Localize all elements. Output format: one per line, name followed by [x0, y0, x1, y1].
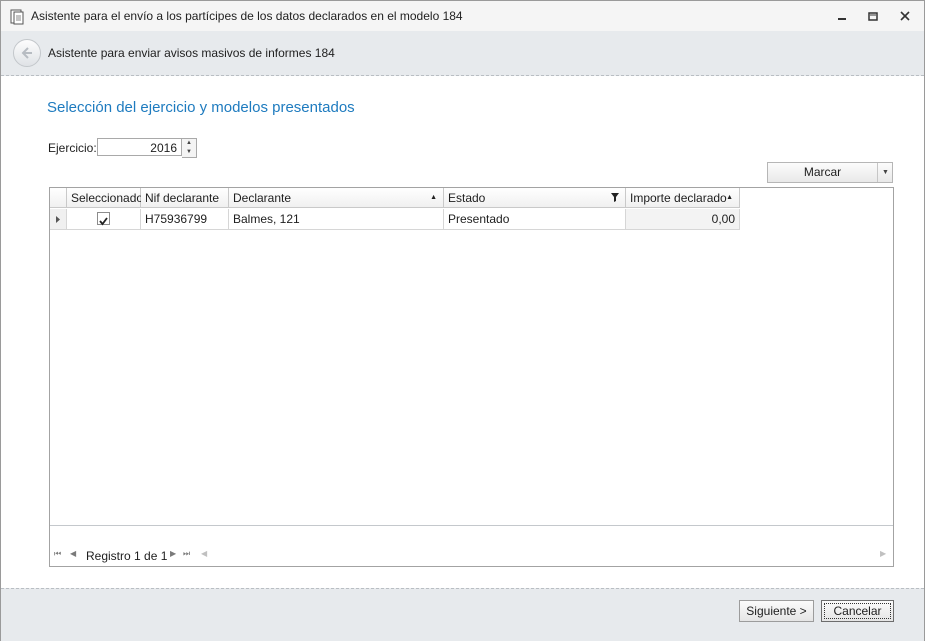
- cancel-button[interactable]: Cancelar: [821, 600, 894, 622]
- wizard-window: Asistente para el envío a los partícipes…: [0, 0, 925, 641]
- cell-importe[interactable]: 0,00: [626, 209, 740, 230]
- current-row-icon: [56, 216, 60, 223]
- window-title: Asistente para el envío a los partícipes…: [31, 9, 463, 23]
- close-button[interactable]: [892, 6, 918, 26]
- title-bar: Asistente para el envío a los partícipes…: [1, 1, 924, 31]
- grid-header: Seleccionado Nif declarante Declarante ▲…: [50, 188, 893, 209]
- ejercicio-spinner[interactable]: ▲ ▼: [182, 138, 197, 158]
- column-header-declarante[interactable]: Declarante ▲: [229, 188, 444, 208]
- column-header-estado[interactable]: Estado: [444, 188, 626, 208]
- modelos-grid: Seleccionado Nif declarante Declarante ▲…: [49, 187, 894, 567]
- checkmark-icon: [99, 217, 108, 226]
- previous-record-icon[interactable]: ◀: [70, 549, 76, 558]
- row-indicator-header: [50, 188, 67, 208]
- column-label: Declarante: [233, 191, 292, 205]
- table-row[interactable]: H75936799 Balmes, 121 Presentado 0,00: [50, 209, 893, 230]
- minimize-icon: [838, 18, 846, 20]
- first-record-icon[interactable]: ⏮: [54, 549, 61, 559]
- next-button[interactable]: Siguiente >: [739, 600, 814, 622]
- ejercicio-label: Ejercicio:: [48, 141, 97, 155]
- sort-ascending-icon: ▲: [726, 194, 733, 201]
- restore-icon: [868, 12, 878, 21]
- grid-footer-divider: [50, 525, 893, 526]
- column-header-importe[interactable]: Importe declarado ▲: [626, 188, 740, 208]
- column-label: Importe declarado: [630, 191, 727, 205]
- document-icon: [10, 9, 24, 25]
- column-label: Nif declarante: [145, 191, 220, 205]
- spin-up-icon[interactable]: ▲: [182, 139, 196, 148]
- cell-seleccionado[interactable]: [67, 209, 141, 230]
- ejercicio-input[interactable]: 2016: [97, 138, 182, 156]
- column-label: Seleccionado: [71, 191, 144, 205]
- minimize-button[interactable]: [829, 6, 855, 26]
- grid-navigator: ⏮ ◀ Registro 1 de 1 ▶ ⏭ ◀ ▶: [50, 546, 893, 566]
- restore-button[interactable]: [860, 6, 886, 26]
- wizard-header: Asistente para enviar avisos masivos de …: [1, 31, 924, 76]
- spin-down-icon[interactable]: ▼: [182, 148, 196, 157]
- marcar-split-button[interactable]: Marcar ▼: [767, 162, 893, 183]
- page-title: Selección del ejercicio y modelos presen…: [47, 99, 355, 116]
- sort-ascending-icon: ▲: [430, 194, 437, 201]
- cell-declarante[interactable]: Balmes, 121: [229, 209, 444, 230]
- column-label: Estado: [448, 191, 486, 205]
- filter-icon[interactable]: [611, 188, 619, 211]
- scroll-right-icon[interactable]: ▶: [880, 549, 886, 558]
- record-counter: Registro 1 de 1: [86, 549, 168, 563]
- column-header-nif[interactable]: Nif declarante: [141, 188, 229, 208]
- last-record-icon[interactable]: ⏭: [183, 549, 190, 559]
- back-arrow-icon: [21, 47, 32, 59]
- next-record-icon[interactable]: ▶: [170, 549, 176, 558]
- cell-nif[interactable]: H75936799: [141, 209, 229, 230]
- column-header-seleccionado[interactable]: Seleccionado: [67, 188, 144, 208]
- close-icon: [900, 11, 910, 21]
- marcar-button[interactable]: Marcar: [768, 163, 877, 182]
- wizard-title: Asistente para enviar avisos masivos de …: [48, 46, 335, 60]
- row-indicator[interactable]: [50, 209, 67, 230]
- chevron-down-icon[interactable]: ▼: [877, 163, 893, 182]
- cell-estado[interactable]: Presentado: [444, 209, 626, 230]
- seleccionado-checkbox[interactable]: [97, 212, 110, 226]
- scroll-left-icon[interactable]: ◀: [201, 549, 207, 558]
- back-button[interactable]: [13, 39, 41, 67]
